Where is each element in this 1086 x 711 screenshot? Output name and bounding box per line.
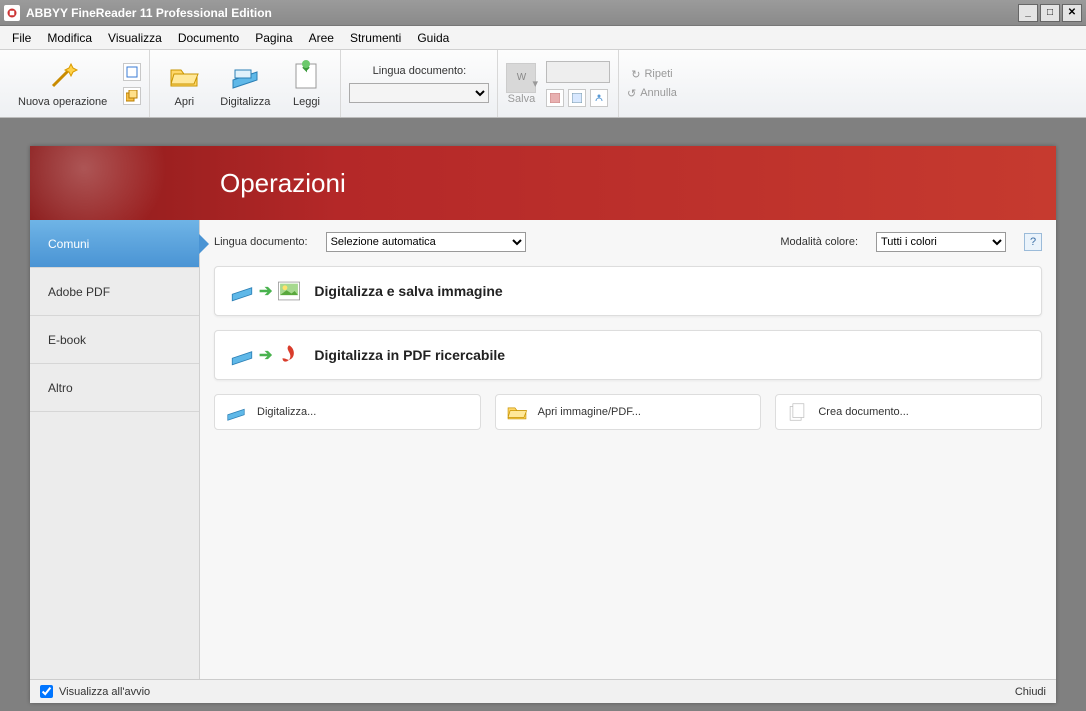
redo-icon: ↻: [631, 68, 640, 81]
task-open-image-pdf-label: Apri immagine/PDF...: [538, 406, 641, 418]
options-row: Lingua documento: Selezione automatica M…: [214, 232, 1042, 252]
open-button[interactable]: Apri: [158, 56, 210, 112]
new-operation-label: Nuova operazione: [18, 96, 107, 108]
scanner-icon: [229, 60, 261, 92]
folder-open-icon: [506, 401, 528, 423]
read-button[interactable]: Leggi: [280, 56, 332, 112]
read-icon: [290, 60, 322, 92]
side-tab-comuni[interactable]: Comuni: [30, 220, 199, 268]
toolbar-language-select[interactable]: [349, 83, 489, 103]
task-create-document-label: Crea documento...: [818, 406, 909, 418]
redo-button[interactable]: ↻ Ripeti: [631, 68, 672, 81]
redo-label: Ripeti: [644, 68, 672, 80]
task-create-document[interactable]: Crea documento...: [775, 394, 1042, 430]
show-at-startup-label: Visualizza all'avvio: [59, 686, 150, 698]
titlebar: ABBYY FineReader 11 Professional Edition…: [0, 0, 1086, 26]
menu-file[interactable]: File: [4, 28, 39, 48]
workspace: Operazioni Comuni Adobe PDF E-book Altro…: [0, 118, 1086, 711]
opt-lang-select[interactable]: Selezione automatica: [326, 232, 526, 252]
minimize-button[interactable]: _: [1018, 4, 1038, 22]
new-blank-icon[interactable]: [123, 63, 141, 81]
save-format-select[interactable]: [546, 61, 610, 83]
side-tab-ebook[interactable]: E-book: [30, 316, 199, 364]
side-tab-altro-label: Altro: [48, 381, 73, 395]
maximize-button[interactable]: □: [1040, 4, 1060, 22]
menu-documento[interactable]: Documento: [170, 28, 247, 48]
toolbar-language-group: Lingua documento:: [341, 50, 498, 117]
toolbar: Nuova operazione Apri Digitalizza Leggi: [0, 50, 1086, 118]
new-operation-button[interactable]: Nuova operazione: [8, 56, 117, 112]
task-open-image-pdf[interactable]: Apri immagine/PDF...: [495, 394, 762, 430]
side-tab-ebook-label: E-book: [48, 333, 86, 347]
scanner-icon: [229, 342, 255, 368]
menu-aree[interactable]: Aree: [301, 28, 342, 48]
save-dropdown-icon[interactable]: ▾: [532, 77, 538, 90]
task-scan-save-image-label: Digitalizza e salva immagine: [314, 283, 502, 299]
app-icon: [4, 5, 20, 21]
window-title: ABBYY FineReader 11 Professional Edition: [26, 6, 272, 20]
scanner-icon: [225, 401, 247, 423]
side-tab-comuni-label: Comuni: [48, 237, 89, 251]
opt-color-select[interactable]: Tutti i colori: [876, 232, 1006, 252]
documents-icon: [786, 401, 808, 423]
read-label: Leggi: [293, 96, 320, 108]
scan-button[interactable]: Digitalizza: [210, 56, 280, 112]
save-mini-1-icon[interactable]: [546, 89, 564, 107]
menu-pagina[interactable]: Pagina: [247, 28, 300, 48]
task-panel: Operazioni Comuni Adobe PDF E-book Altro…: [30, 146, 1056, 703]
close-button[interactable]: ✕: [1062, 4, 1082, 22]
menu-visualizza[interactable]: Visualizza: [100, 28, 170, 48]
menu-strumenti[interactable]: Strumenti: [342, 28, 409, 48]
opt-color-label: Modalità colore:: [780, 236, 858, 248]
task-scan-save-image[interactable]: ➔ Digitalizza e salva immagine: [214, 266, 1042, 316]
undo-icon: ↺: [627, 87, 636, 100]
opt-lang-label: Lingua documento:: [214, 236, 308, 248]
scanner-icon: [229, 278, 255, 304]
banner: Operazioni: [30, 146, 1056, 220]
image-icon: [276, 278, 302, 304]
arrow-right-icon: ➔: [259, 345, 272, 365]
new-stack-icon[interactable]: [123, 87, 141, 105]
close-link[interactable]: Chiudi: [1015, 686, 1046, 698]
arrow-right-icon: ➔: [259, 281, 272, 301]
toolbar-language-label: Lingua documento:: [373, 65, 467, 77]
side-tab-adobe-pdf[interactable]: Adobe PDF: [30, 268, 199, 316]
save-mini-2-icon[interactable]: [568, 89, 586, 107]
wand-icon: [47, 60, 79, 92]
task-digitalizza[interactable]: Digitalizza...: [214, 394, 481, 430]
pdf-icon: [276, 342, 302, 368]
menubar: File Modifica Visualizza Documento Pagin…: [0, 26, 1086, 50]
task-digitalizza-label: Digitalizza...: [257, 406, 316, 418]
undo-label: Annulla: [640, 87, 677, 99]
side-tab-altro[interactable]: Altro: [30, 364, 199, 412]
open-label: Apri: [175, 96, 195, 108]
task-main: Lingua documento: Selezione automatica M…: [200, 220, 1056, 679]
help-button[interactable]: ?: [1024, 233, 1042, 251]
undo-button[interactable]: ↺ Annulla: [627, 87, 677, 100]
app-window: ABBYY FineReader 11 Professional Edition…: [0, 0, 1086, 711]
save-label: Salva: [508, 93, 536, 105]
menu-guida[interactable]: Guida: [409, 28, 457, 48]
help-icon: ?: [1030, 236, 1036, 248]
scan-label: Digitalizza: [220, 96, 270, 108]
task-scan-pdf-label: Digitalizza in PDF ricercabile: [314, 347, 505, 363]
show-at-startup-checkbox[interactable]: [40, 685, 53, 698]
folder-open-icon: [168, 60, 200, 92]
side-tab-adobe-pdf-label: Adobe PDF: [48, 285, 110, 299]
statusbar: Visualizza all'avvio Chiudi: [30, 679, 1056, 703]
side-tabs: Comuni Adobe PDF E-book Altro: [30, 220, 200, 679]
save-mini-3-icon[interactable]: [590, 89, 608, 107]
banner-title: Operazioni: [220, 168, 346, 199]
menu-modifica[interactable]: Modifica: [39, 28, 100, 48]
task-scan-pdf[interactable]: ➔ Digitalizza in PDF ricercabile: [214, 330, 1042, 380]
